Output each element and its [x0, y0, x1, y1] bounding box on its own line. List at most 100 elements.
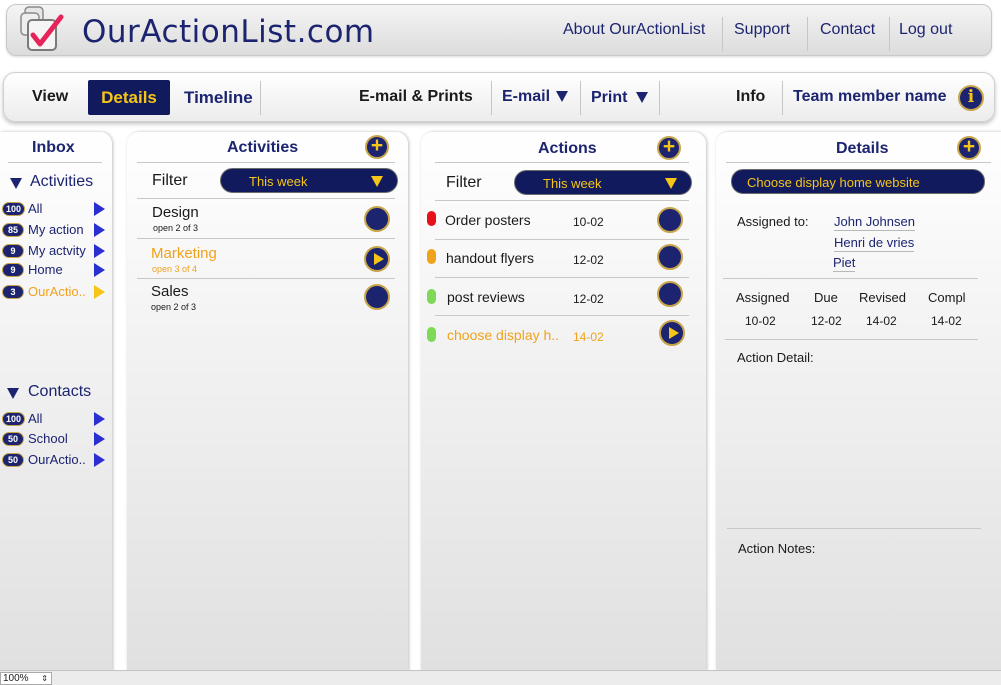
actions-filter-select[interactable]: This week: [514, 170, 692, 195]
contact-link[interactable]: Contact: [820, 21, 875, 39]
select-circle-button[interactable]: [657, 207, 683, 233]
info-label: Info: [736, 88, 766, 105]
chevron-down-icon: [556, 91, 569, 103]
contacts-section-head[interactable]: Contacts: [28, 383, 91, 401]
details-title: Details: [836, 140, 889, 157]
inbox-label: School: [28, 431, 68, 446]
count-badge: 100: [2, 202, 26, 216]
assigned-to-label: Assigned to:: [737, 214, 809, 229]
details-panel: Details + Choose display home website As…: [716, 132, 1001, 672]
revised-date: 14-02: [866, 314, 897, 328]
inbox-activity-ouraction[interactable]: 3 OurActio..: [0, 283, 108, 303]
inbox-label: My actvity: [28, 243, 86, 258]
email-dropdown[interactable]: E-mail: [502, 88, 569, 106]
arrow-right-icon: [94, 453, 105, 467]
action-row[interactable]: handout flyers 12-02: [421, 240, 706, 278]
action-notes-label: Action Notes:: [738, 541, 816, 556]
status-bar: 100% ⇕: [0, 670, 1001, 685]
about-link[interactable]: About OurActionList: [563, 21, 705, 39]
activity-progress: open 2 of 3: [151, 302, 197, 312]
activities-filter-select[interactable]: This week: [220, 168, 398, 193]
count-badge: 85: [2, 223, 24, 237]
divider: [435, 162, 689, 163]
select-circle-button[interactable]: [364, 284, 390, 310]
add-detail-button[interactable]: +: [957, 136, 981, 160]
divider: [260, 81, 261, 115]
action-date: 14-02: [573, 330, 604, 344]
add-activity-button[interactable]: +: [365, 135, 389, 159]
activities-title: Activities: [227, 139, 299, 156]
assignee-link[interactable]: John Johnsen: [834, 214, 915, 231]
inbox-activity-my-activity[interactable]: 9 My actvity: [0, 242, 108, 262]
zoom-select[interactable]: 100% ⇕: [0, 672, 52, 685]
activity-name: Design: [152, 204, 199, 221]
activity-progress: open 2 of 3: [153, 223, 199, 233]
inbox-contact-all[interactable]: 100 All: [0, 410, 108, 430]
action-date: 10-02: [573, 215, 604, 229]
arrow-right-icon: [94, 223, 105, 237]
collapse-triangle-icon[interactable]: [10, 178, 22, 189]
col-assigned-head: Assigned: [736, 290, 790, 305]
assignee-link[interactable]: Henri de vries: [834, 235, 915, 252]
selected-action-select[interactable]: Choose display home website: [731, 169, 985, 194]
divider: [889, 17, 890, 51]
inbox-title: Inbox: [32, 139, 75, 156]
activity-row-marketing[interactable]: Marketing open 3 of 4: [127, 239, 408, 278]
arrow-right-icon: [94, 412, 105, 426]
activities-section-head[interactable]: Activities: [30, 173, 93, 191]
inbox-contact-school[interactable]: 50 School: [0, 430, 108, 450]
inbox-panel: Inbox Activities 100 All 85 My action 9 …: [0, 132, 112, 672]
count-badge: 50: [2, 453, 24, 467]
selected-action-name: Choose display home website: [747, 175, 920, 190]
logout-link[interactable]: Log out: [899, 21, 952, 39]
info-icon[interactable]: i: [958, 85, 984, 111]
print-label: Print: [591, 89, 628, 106]
count-badge: 9: [2, 244, 24, 258]
play-icon[interactable]: [364, 246, 390, 272]
activity-row-sales[interactable]: Sales open 2 of 3: [127, 279, 408, 318]
action-name: choose display h..: [447, 327, 560, 343]
select-circle-button[interactable]: [657, 281, 683, 307]
inbox-label: All: [28, 201, 43, 216]
assignee-link[interactable]: Piet: [833, 255, 856, 272]
chevron-down-icon: [371, 176, 383, 187]
divider: [782, 81, 783, 115]
collapse-triangle-icon[interactable]: [7, 388, 19, 399]
inbox-activity-all[interactable]: 100 All: [0, 200, 108, 220]
divider: [8, 162, 102, 163]
status-dot-red: [427, 211, 436, 226]
view-label: View: [32, 88, 69, 105]
action-row[interactable]: post reviews 12-02: [421, 278, 706, 316]
activity-row-design[interactable]: Design open 2 of 3: [127, 199, 408, 238]
col-revised-head: Revised: [859, 290, 906, 305]
play-icon[interactable]: [659, 320, 685, 346]
filter-label: Filter: [446, 174, 482, 191]
filter-value: This week: [543, 176, 602, 191]
select-circle-button[interactable]: [364, 206, 390, 232]
action-row-selected[interactable]: choose display h.. 14-02: [421, 316, 706, 354]
arrow-right-icon: [94, 432, 105, 446]
divider: [726, 162, 991, 163]
activity-progress: open 3 of 4: [152, 264, 198, 274]
print-dropdown[interactable]: Print: [591, 89, 649, 107]
arrow-right-icon: [94, 202, 105, 216]
inbox-activity-my-action[interactable]: 85 My action: [0, 221, 108, 241]
add-action-button[interactable]: +: [657, 136, 681, 160]
email-label: E-mail: [502, 88, 551, 105]
action-date: 12-02: [573, 253, 604, 267]
action-row[interactable]: Order posters 10-02: [421, 201, 706, 239]
inbox-contact-ouraction[interactable]: 50 OurActio..: [0, 451, 108, 471]
divider: [807, 17, 808, 51]
action-name: handout flyers: [446, 250, 534, 266]
support-link[interactable]: Support: [734, 21, 790, 39]
inbox-activity-home[interactable]: 9 Home: [0, 261, 108, 281]
details-tab[interactable]: Details: [88, 80, 170, 115]
arrow-right-icon: [94, 285, 105, 299]
activity-name: Marketing: [151, 245, 217, 262]
action-detail-label: Action Detail:: [737, 350, 814, 365]
count-badge: 100: [2, 412, 26, 426]
timeline-tab[interactable]: Timeline: [184, 88, 253, 108]
arrow-right-icon: [94, 244, 105, 258]
select-circle-button[interactable]: [657, 244, 683, 270]
team-member-name[interactable]: Team member name: [793, 88, 947, 106]
